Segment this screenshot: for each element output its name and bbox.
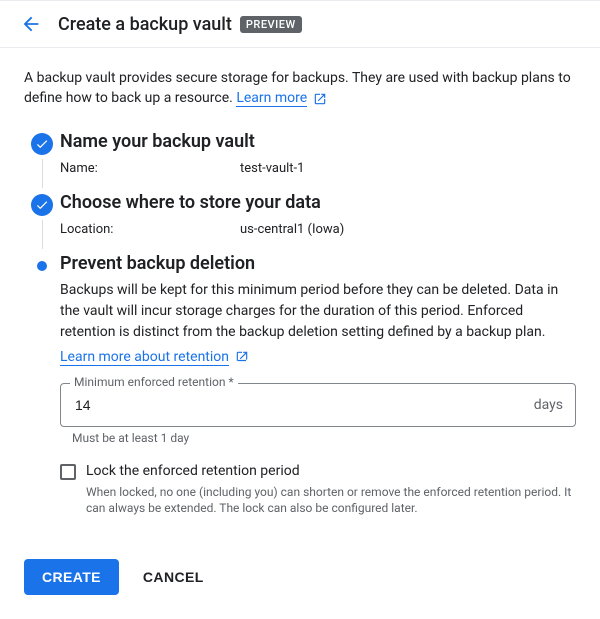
step-prevent-deletion: Prevent backup deletion Backups will be … [24,253,576,526]
retention-description: Backups will be kept for this minimum pe… [60,280,576,343]
back-arrow-icon[interactable] [20,13,42,35]
lock-checkbox-label: Lock the enforced retention period [86,463,300,479]
external-link-icon [235,350,249,364]
step-title: Choose where to store your data [60,192,576,213]
step-choose-location: Choose where to store your data Location… [24,192,576,253]
location-value: us-central1 (Iowa) [240,222,344,237]
stepper: Name your backup vault Name: test-vault-… [24,131,576,526]
step-rail [24,131,60,192]
retention-unit: days [534,397,563,413]
step-complete-icon [31,133,53,155]
create-button[interactable]: CREATE [24,559,119,595]
step-active-icon [37,261,47,271]
retention-link-row: Learn more about retention [60,349,576,365]
location-label: Location: [60,222,240,237]
learn-more-retention-link[interactable]: Learn more about retention [60,349,229,366]
preview-badge: PREVIEW [240,16,302,33]
retention-field[interactable]: days [60,383,576,427]
step-title: Name your backup vault [60,131,576,152]
page-header: Create a backup vault PREVIEW [0,0,600,48]
step-connector [42,159,43,188]
learn-more-link[interactable]: Learn more [236,90,307,107]
lock-checkbox[interactable] [60,464,76,480]
step-name-vault: Name your backup vault Name: test-vault-… [24,131,576,192]
retention-input[interactable] [73,396,534,414]
footer-actions: CREATE CANCEL [0,545,600,619]
intro-text: A backup vault provides secure storage f… [24,68,576,109]
step-title: Prevent backup deletion [60,253,576,274]
location-row: Location: us-central1 (Iowa) [60,219,576,245]
lock-checkbox-row: Lock the enforced retention period [60,463,576,480]
name-row: Name: test-vault-1 [60,158,576,184]
page-title: Create a backup vault [58,14,232,35]
retention-hint: Must be at least 1 day [72,431,576,445]
step-connector [42,220,43,249]
step-rail [24,192,60,253]
external-link-icon [313,92,327,106]
lock-help-text: When locked, no one (including you) can … [86,484,576,518]
retention-field-wrap: Minimum enforced retention * days [60,383,576,427]
name-label: Name: [60,161,240,176]
name-value: test-vault-1 [240,161,304,176]
retention-field-label: Minimum enforced retention * [70,375,238,389]
step-rail [24,253,60,526]
cancel-button[interactable]: CANCEL [139,559,208,595]
step-complete-icon [31,194,53,216]
content: A backup vault provides secure storage f… [0,48,600,545]
